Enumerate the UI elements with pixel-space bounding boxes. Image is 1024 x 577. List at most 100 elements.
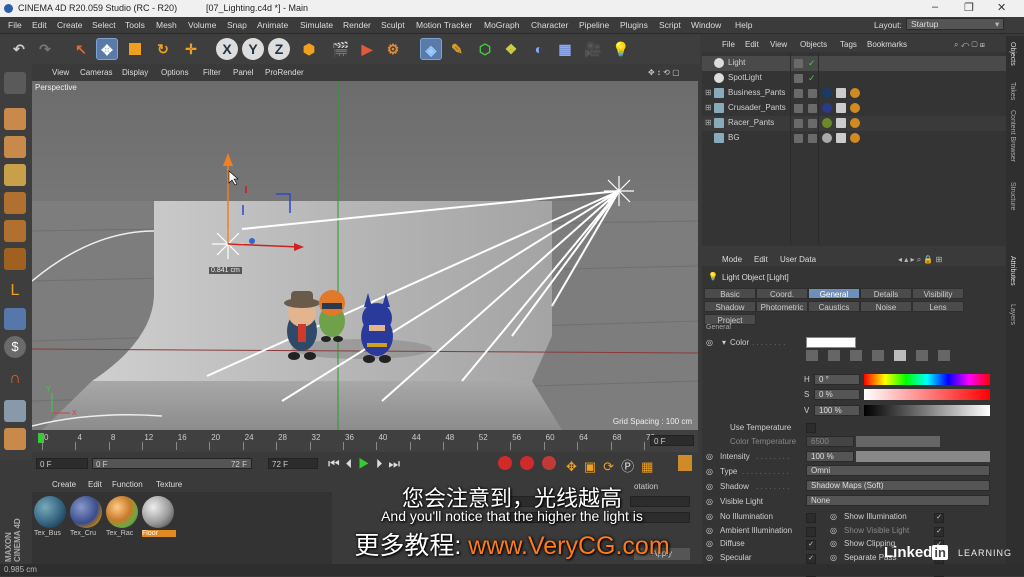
end-frame-field[interactable]: 72 F (268, 458, 318, 469)
tab-general[interactable]: General (808, 288, 860, 299)
side-tab-layers[interactable]: Layers (1009, 304, 1016, 325)
tab-basic[interactable]: Basic (704, 288, 756, 299)
current-frame-field[interactable]: 0 F (650, 435, 694, 446)
object-row-spotlight[interactable]: SpotLight ✓ (702, 71, 1006, 86)
scale-tool-icon[interactable] (124, 38, 146, 60)
side-tab-objects[interactable]: Objects (1009, 42, 1016, 66)
column-divider[interactable] (818, 54, 819, 244)
minimize-button[interactable]: – (932, 1, 938, 13)
edges-mode-icon[interactable] (4, 220, 26, 242)
texture-tag-icon[interactable] (836, 118, 846, 128)
z-axis-icon[interactable]: Z (268, 38, 290, 60)
phong-tag-icon[interactable] (850, 88, 860, 98)
layout-select[interactable]: Startup ▾ (906, 18, 1004, 30)
menu-tools[interactable]: Tools (125, 20, 145, 30)
move-tool-icon[interactable]: ✥ (96, 38, 118, 60)
range-slider[interactable]: 0 F 72 F (92, 458, 252, 469)
viewport-menu-cameras[interactable]: Cameras (80, 68, 112, 77)
texture-tag-icon[interactable] (836, 133, 846, 143)
make-editable-icon[interactable] (4, 72, 26, 94)
menu-simulate[interactable]: Simulate (300, 20, 333, 30)
viewport-menu-prorender[interactable]: ProRender (265, 68, 304, 77)
rgb-icon[interactable] (872, 350, 884, 361)
render-settings-icon[interactable]: ⚙ (382, 38, 404, 60)
expand-triangle-icon[interactable]: ▾ (722, 338, 726, 347)
menu-volume[interactable]: Volume (188, 20, 216, 30)
key-filter-icons[interactable]: ✥▣⟳Ⓟ▦ (566, 456, 660, 475)
material-tag-icon[interactable] (822, 88, 832, 98)
menu-snap[interactable]: Snap (227, 20, 247, 30)
phong-tag-icon[interactable] (850, 118, 860, 128)
hue-slider[interactable] (864, 374, 990, 385)
viewport-menu-display[interactable]: Display (122, 68, 148, 77)
array-icon[interactable]: ❖ (500, 38, 522, 60)
menu-sculpt[interactable]: Sculpt (381, 20, 405, 30)
points-mode-icon[interactable] (4, 192, 26, 214)
v-field[interactable]: 100 % (814, 405, 860, 416)
tab-lens[interactable]: Lens (912, 301, 964, 312)
pen-icon[interactable]: ✎ (446, 38, 468, 60)
model-mode-icon[interactable] (4, 108, 26, 130)
uv-mode-icon[interactable]: L (4, 280, 26, 302)
tab-caustics[interactable]: Caustics (808, 301, 860, 312)
side-tab-content-browser[interactable]: Content Browser (1009, 110, 1016, 162)
enabled-toggle[interactable] (808, 89, 817, 98)
obj-menu-view[interactable]: View (770, 40, 787, 49)
phong-tag-icon[interactable] (850, 133, 860, 143)
subdivision-icon[interactable]: ⬡ (474, 38, 496, 60)
enabled-toggle[interactable] (808, 104, 817, 113)
texture-tag-icon[interactable] (836, 103, 846, 113)
menu-character[interactable]: Character (531, 20, 568, 30)
tab-photometric[interactable]: Photometric (756, 301, 808, 312)
animation-dot-icon[interactable]: ◎ (706, 338, 713, 347)
material-tag-icon[interactable] (822, 103, 832, 113)
picture-icon[interactable] (850, 350, 862, 361)
obj-menu-tags[interactable]: Tags (840, 40, 857, 49)
visibility-toggle[interactable] (794, 134, 803, 143)
object-row-light[interactable]: Light ✓ (702, 56, 1006, 71)
menu-script[interactable]: Script (659, 20, 681, 30)
expand-icon[interactable]: ⊞ (705, 88, 712, 97)
viewport-menu-filter[interactable]: Filter (203, 68, 221, 77)
menu-render[interactable]: Render (343, 20, 371, 30)
saturation-slider[interactable] (864, 389, 990, 400)
workplane-grid-icon[interactable] (4, 400, 26, 422)
color-temperature-field[interactable]: 6500 (806, 436, 854, 447)
animation-dot-icon[interactable]: ◎ (706, 467, 713, 476)
menu-edit[interactable]: Edit (32, 20, 47, 30)
tab-noise[interactable]: Noise (860, 301, 912, 312)
menu-motion-tracker[interactable]: Motion Tracker (416, 20, 472, 30)
color-temperature-slider[interactable] (856, 436, 940, 447)
menu-mograph[interactable]: MoGraph (484, 20, 519, 30)
material-tag-icon[interactable] (822, 118, 832, 128)
object-row-business-pants[interactable]: ⊞ Business_Pants (702, 86, 1006, 101)
tab-coord[interactable]: Coord. (756, 288, 808, 299)
enabled-check-icon[interactable]: ✓ (808, 73, 816, 84)
redo-icon[interactable]: ↷ (34, 38, 56, 60)
menu-plugins[interactable]: Plugins (620, 20, 648, 30)
rotate-tool-icon[interactable]: ↻ (152, 38, 174, 60)
menu-help[interactable]: Help (735, 20, 752, 30)
render-view-icon[interactable]: 🎬 (330, 38, 352, 60)
object-row-bg[interactable]: BG (702, 131, 1006, 146)
live-selection-icon[interactable]: ↖ (70, 38, 92, 60)
spectrum-icon[interactable] (828, 350, 840, 361)
visibility-toggle[interactable] (794, 89, 803, 98)
menu-animate[interactable]: Animate (257, 20, 288, 30)
tab-visibility[interactable]: Visibility (912, 288, 964, 299)
phong-tag-icon[interactable] (850, 103, 860, 113)
timeline-ruler[interactable]: 04812162024283236404448525660646872 0 F (32, 430, 698, 452)
s-field[interactable]: 0 % (814, 389, 860, 400)
undo-icon[interactable]: ↶ (8, 38, 30, 60)
menu-create[interactable]: Create (57, 20, 83, 30)
obj-menu-file[interactable]: File (722, 40, 735, 49)
viewport-navigation-icon[interactable]: ✥ ↕ ⟲ ▢ (648, 68, 680, 77)
record-icon[interactable] (498, 456, 512, 470)
h-field[interactable]: 0 ° (814, 374, 860, 385)
enabled-toggle[interactable] (808, 119, 817, 128)
playback-controls[interactable]: ⏮⏴▶⏵⏭ (328, 456, 406, 472)
close-button[interactable]: ✕ (997, 1, 1006, 14)
menu-select[interactable]: Select (92, 20, 116, 30)
menu-pipeline[interactable]: Pipeline (579, 20, 609, 30)
material-tag-icon[interactable] (822, 133, 832, 143)
